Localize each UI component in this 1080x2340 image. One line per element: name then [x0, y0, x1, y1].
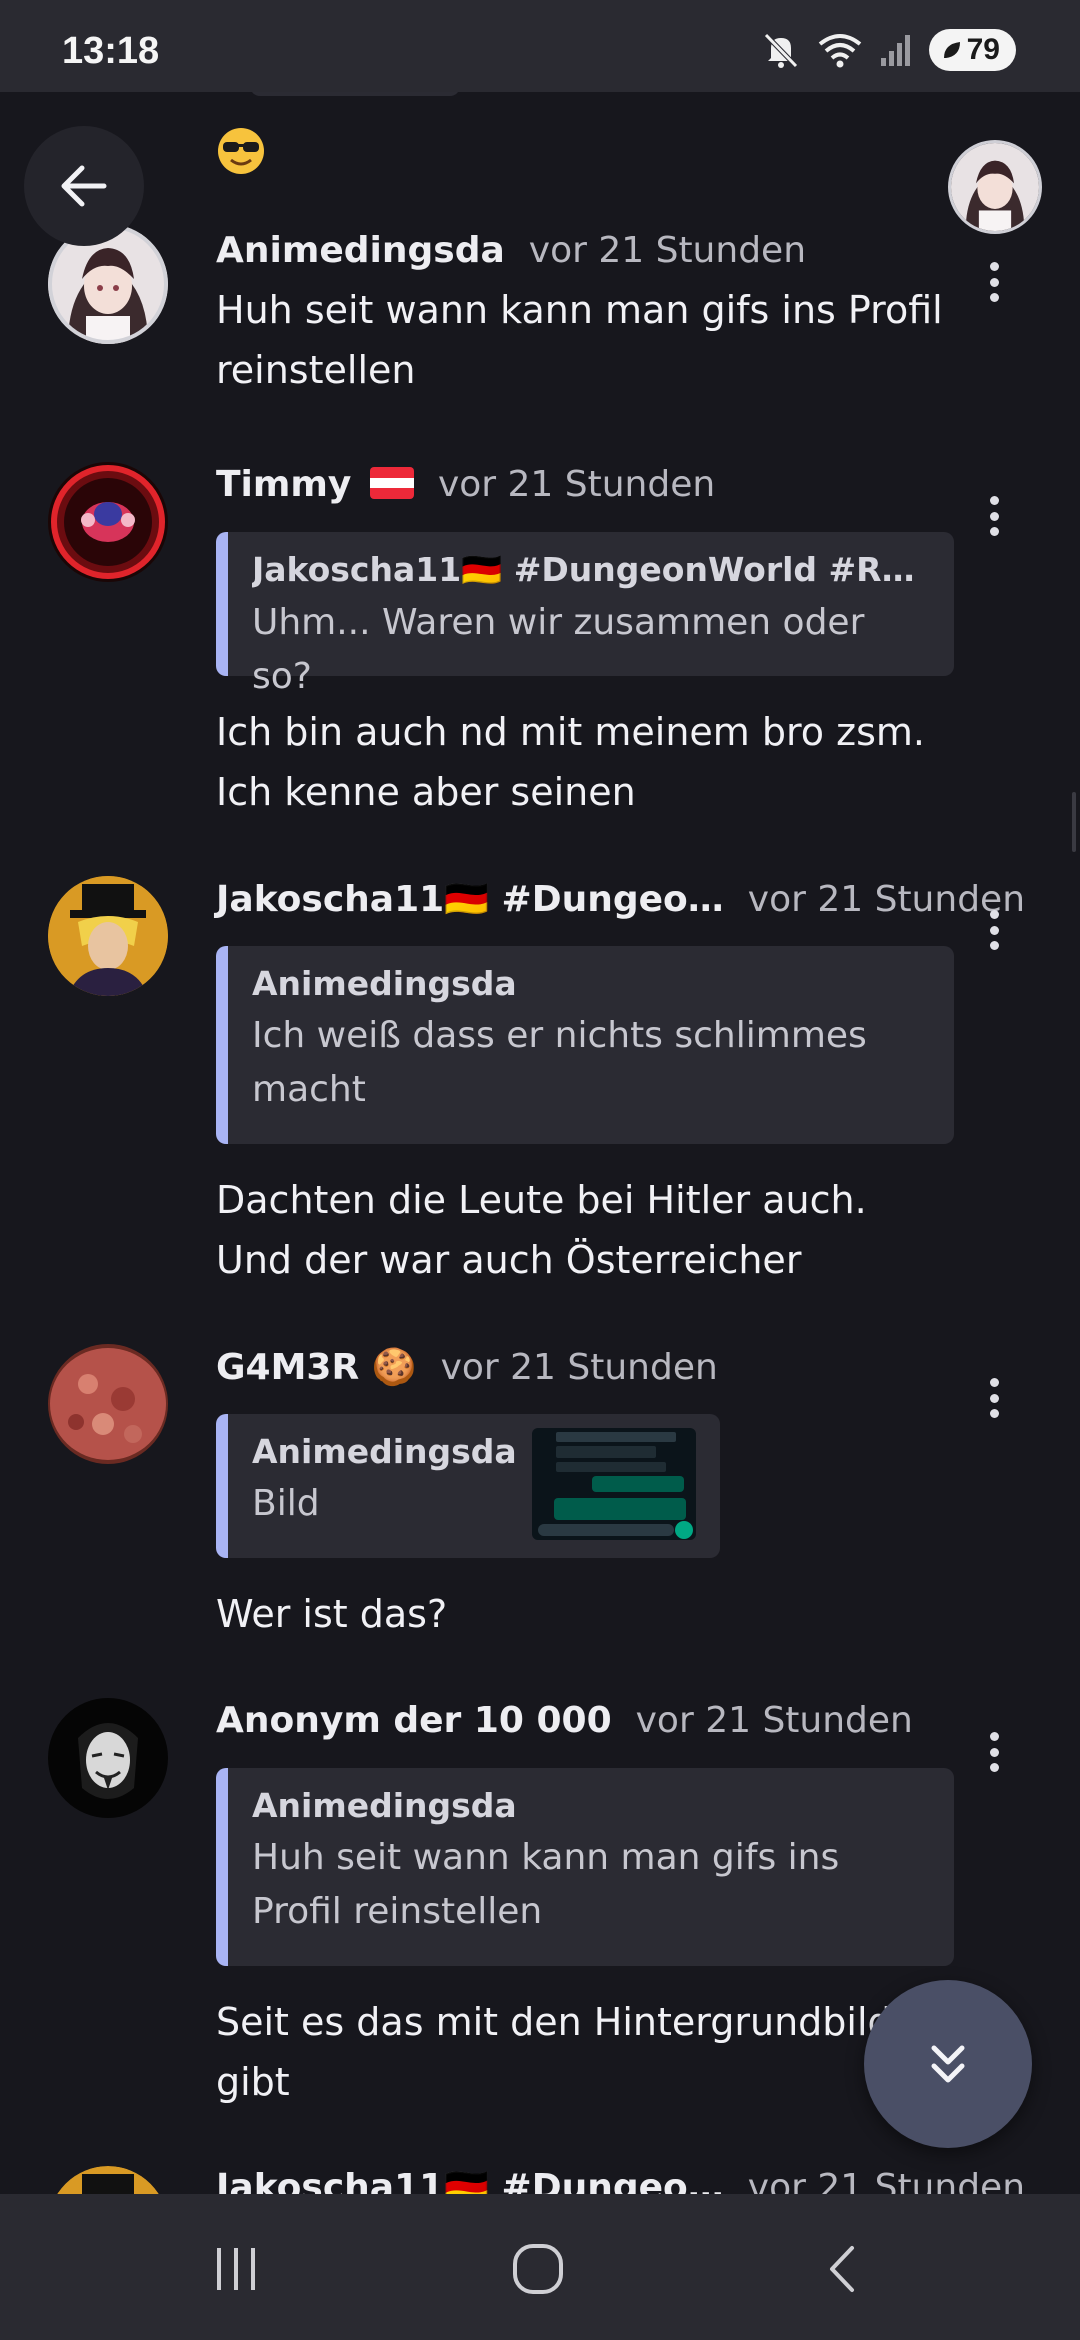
- comment-author[interactable]: G4M3R 🍪: [216, 1346, 417, 1388]
- more-options-icon[interactable]: [982, 486, 1006, 546]
- comment-author[interactable]: Anonym der 10 000: [216, 1700, 612, 1741]
- comment-text: Ich bin auch nd mit meinem bro zsm. Ich …: [216, 710, 925, 814]
- avatar[interactable]: [48, 876, 168, 996]
- more-options-icon[interactable]: [982, 1722, 1006, 1782]
- reply-quote[interactable]: Animedingsda Bild: [216, 1414, 720, 1558]
- profile-avatar[interactable]: [948, 140, 1042, 234]
- comment-time: vor 21 Stunden: [437, 464, 716, 505]
- comment-feed[interactable]: Animedingsda vor 21 Stunden Huh seit wan…: [0, 92, 1080, 2194]
- home-icon: [513, 2244, 563, 2294]
- avatar[interactable]: [48, 1698, 168, 1818]
- avatar[interactable]: [48, 1344, 168, 1464]
- avatar[interactable]: [48, 462, 168, 582]
- comment-time: vor 21 Stunden: [635, 1700, 913, 1741]
- battery-indicator: 79: [928, 29, 1016, 71]
- battery-saver-icon: [943, 42, 960, 58]
- system-navigation-bar: [0, 2194, 1080, 2340]
- back-button[interactable]: [24, 126, 144, 246]
- more-options-icon[interactable]: [982, 900, 1006, 960]
- more-options-icon[interactable]: [982, 252, 1006, 312]
- comment-text: Seit es das mit den Hintergrundbild gibt: [216, 2000, 892, 2104]
- chevron-left-icon: [830, 2246, 854, 2292]
- more-options-icon[interactable]: [982, 1368, 1006, 1428]
- comment-text: Huh seit wann kann man gifs ins Profil r…: [216, 288, 943, 392]
- signal-icon: [880, 35, 910, 66]
- quote-text: Ich weiß dass er nichts schlimmes macht: [252, 1015, 867, 1110]
- status-time: 13:18: [62, 30, 160, 72]
- author-name: Timmy: [216, 464, 352, 505]
- status-bar: 13:18 79: [0, 0, 1080, 92]
- double-chevron-down-icon: [931, 2045, 965, 2083]
- scroll-to-bottom-button[interactable]: [864, 1980, 1032, 2148]
- comment-author[interactable]: Jakoscha11🇩🇪 #Dungeo…: [216, 2166, 724, 2194]
- mute-icon: [763, 33, 798, 68]
- previous-message-bubble: [250, 92, 460, 96]
- reply-quote[interactable]: Animedingsda Ich weiß dass er nichts sch…: [216, 946, 954, 1144]
- sunglasses-emoji-icon: [218, 128, 264, 174]
- battery-level: 79: [966, 33, 1000, 66]
- quote-author: Animedingsda: [252, 1786, 517, 1825]
- status-icons: 79: [761, 28, 1016, 72]
- recent-apps-icon: [217, 2248, 255, 2290]
- comment-text: Dachten die Leute bei Hitler auch. Und d…: [216, 1178, 867, 1282]
- reply-quote[interactable]: Jakoscha11🇩🇪 #DungeonWorld #Raven… Uhm..…: [216, 532, 954, 697]
- avatar[interactable]: [48, 2166, 168, 2194]
- back-nav-button[interactable]: [802, 2234, 882, 2304]
- reply-quote[interactable]: Animedingsda Huh seit wann kann man gifs…: [216, 1768, 954, 1966]
- arrow-left-icon: [61, 165, 107, 207]
- quote-text: Uhm... Waren wir zusammen oder so?: [252, 602, 865, 697]
- comment-time: vor 21 Stunden: [528, 230, 807, 271]
- comment-text: Wer ist das?: [216, 1592, 448, 1636]
- recent-apps-button[interactable]: [196, 2234, 276, 2304]
- comment-author[interactable]: Jakoscha11🇩🇪 #Dungeo…: [216, 878, 724, 920]
- quote-image-thumbnail: [532, 1428, 696, 1540]
- quote-text: Huh seit wann kann man gifs ins Profil r…: [252, 1837, 840, 1932]
- wifi-icon: [818, 34, 861, 68]
- home-button[interactable]: [498, 2234, 578, 2304]
- comment-time: vor 21 Stunden: [747, 2167, 1026, 2194]
- austria-flag-icon: [369, 467, 414, 499]
- quote-author: Jakoscha11🇩🇪 #DungeonWorld #Raven…: [252, 550, 928, 589]
- comment-author[interactable]: Timmy: [216, 464, 414, 505]
- comment-author[interactable]: Animedingsda: [216, 230, 505, 271]
- quote-author: Animedingsda: [252, 964, 517, 1003]
- comment-time: vor 21 Stunden: [440, 1347, 718, 1388]
- scrollbar[interactable]: [1072, 792, 1076, 852]
